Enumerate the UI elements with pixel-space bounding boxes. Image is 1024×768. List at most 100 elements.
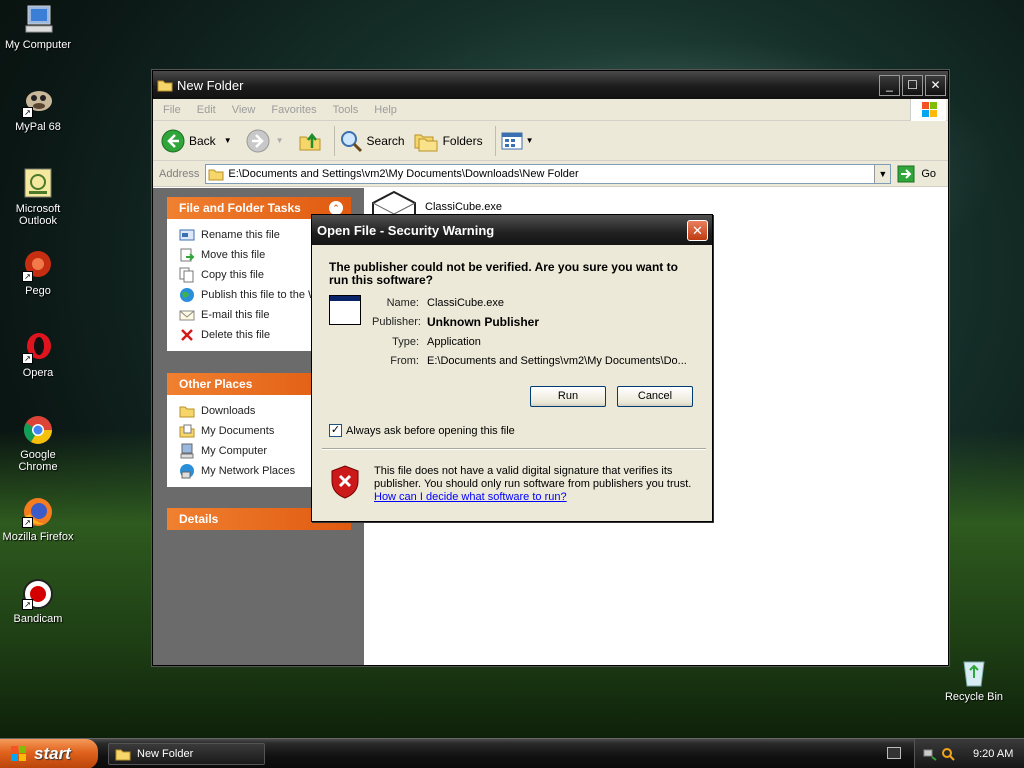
go-label: Go bbox=[921, 167, 937, 180]
dialog-divider bbox=[322, 448, 706, 450]
publisher-value: Unknown Publisher bbox=[427, 315, 540, 330]
shortcut-arrow-icon: ↗ bbox=[22, 599, 33, 610]
up-folder-button[interactable] bbox=[298, 129, 322, 153]
views-dropdown-icon: ▼ bbox=[525, 136, 534, 145]
type-label: Type: bbox=[392, 335, 419, 348]
shortcut-arrow-icon: ↗ bbox=[22, 271, 33, 282]
folder-icon bbox=[115, 749, 131, 761]
opera-icon: ↗ bbox=[22, 332, 54, 364]
application-icon bbox=[329, 295, 361, 325]
documents-folder-icon bbox=[179, 424, 195, 438]
dialog-question: The publisher could not be verified. Are… bbox=[329, 260, 678, 287]
search-tray-icon[interactable] bbox=[941, 747, 955, 761]
task-label: Rename this file bbox=[201, 229, 280, 241]
desktop-icon-label: Bandicam bbox=[13, 613, 63, 625]
always-ask-option[interactable]: ✓ Always ask before opening this file bbox=[329, 424, 515, 437]
clock[interactable]: 9:20 AM bbox=[973, 748, 1013, 760]
folder-icon bbox=[157, 80, 173, 92]
back-label: Back bbox=[189, 133, 216, 148]
folder-icon bbox=[208, 169, 224, 180]
desktop-icon-recycle-bin[interactable]: Recycle Bin bbox=[938, 656, 1010, 703]
back-arrow-icon bbox=[161, 129, 185, 152]
folders-button[interactable]: Folders bbox=[413, 129, 483, 153]
menu-view[interactable]: View bbox=[232, 104, 256, 116]
windows-logo-icon bbox=[11, 746, 26, 761]
cancel-button[interactable]: Cancel bbox=[617, 386, 693, 407]
security-warning-dialog[interactable]: Open File - Security Warning ✕ The publi… bbox=[311, 214, 713, 522]
taskbar-item-label: New Folder bbox=[137, 748, 194, 760]
dialog-titlebar[interactable]: Open File - Security Warning ✕ bbox=[312, 215, 712, 245]
windows-logo-icon bbox=[910, 99, 946, 121]
toolbar-separator bbox=[333, 125, 335, 156]
folder-icon bbox=[179, 406, 195, 418]
maximize-button[interactable]: ☐ bbox=[902, 74, 923, 96]
shortcut-arrow-icon: ↗ bbox=[22, 353, 33, 364]
toolbar-separator bbox=[494, 125, 496, 156]
desktop-icon-chrome[interactable]: Google Chrome bbox=[0, 414, 76, 473]
desktop-icon-firefox[interactable]: ↗ Mozilla Firefox bbox=[0, 496, 76, 543]
menu-tools[interactable]: Tools bbox=[333, 104, 359, 116]
desktop-icon-outlook[interactable]: Microsoft Outlook bbox=[0, 168, 76, 227]
explorer-titlebar[interactable]: New Folder _ ☐ ✕ bbox=[153, 71, 948, 99]
warning-message: This file does not have a valid digital … bbox=[374, 465, 692, 490]
menu-help[interactable]: Help bbox=[374, 104, 397, 116]
window-title: New Folder bbox=[177, 77, 244, 93]
menu-favorites[interactable]: Favorites bbox=[271, 104, 316, 116]
file-tasks-title: File and Folder Tasks bbox=[179, 201, 301, 215]
back-dropdown-icon[interactable]: ▼ bbox=[224, 136, 232, 145]
address-bar: Address E:\Documents and Settings\vm2\My… bbox=[153, 161, 948, 187]
desktop-icon-label: Recycle Bin bbox=[944, 691, 1004, 703]
network-tray-icon[interactable] bbox=[923, 747, 937, 761]
desktop-icon-bandicam[interactable]: ↗ Bandicam bbox=[0, 578, 76, 625]
back-button[interactable]: Back ▼ bbox=[161, 129, 232, 153]
always-ask-checkbox[interactable]: ✓ bbox=[329, 424, 342, 437]
dialog-close-button[interactable]: ✕ bbox=[687, 220, 708, 241]
desktop-icon-my-computer[interactable]: My Computer bbox=[0, 4, 76, 51]
from-value: E:\Documents and Settings\vm2\My Documen… bbox=[427, 355, 687, 368]
chrome-icon bbox=[22, 414, 54, 446]
collapse-icon[interactable]: ⌃ bbox=[329, 201, 343, 215]
file-name: ClassiCube.exe bbox=[425, 201, 503, 213]
address-input[interactable]: E:\Documents and Settings\vm2\My Documen… bbox=[205, 163, 892, 184]
search-button[interactable]: Search bbox=[339, 129, 405, 153]
dialog-title: Open File - Security Warning bbox=[317, 222, 495, 238]
desktop-icon-mypal[interactable]: ↗ MyPal 68 bbox=[0, 86, 76, 133]
taskbar: start New Folder 9:20 AM bbox=[0, 738, 1024, 768]
go-button[interactable]: Go bbox=[897, 165, 936, 183]
address-label: Address bbox=[159, 167, 200, 180]
close-button[interactable]: ✕ bbox=[925, 74, 946, 96]
place-label: My Network Places bbox=[201, 465, 296, 477]
start-button[interactable]: start bbox=[0, 739, 98, 768]
views-button[interactable]: ▼ bbox=[500, 131, 534, 151]
desktop-icon-pego[interactable]: ↗ Pego bbox=[0, 250, 76, 297]
up-folder-icon bbox=[299, 132, 321, 150]
desktop-icon-label: Opera bbox=[22, 367, 54, 379]
outlook-icon bbox=[22, 168, 54, 200]
delete-x-icon bbox=[181, 329, 193, 341]
taskbar-item-new-folder[interactable]: New Folder bbox=[108, 743, 265, 765]
help-link[interactable]: How can I decide what software to run? bbox=[374, 491, 567, 503]
desktop-icon-opera[interactable]: ↗ Opera bbox=[0, 332, 76, 379]
menu-edit[interactable]: Edit bbox=[197, 104, 216, 116]
folders-icon bbox=[414, 134, 438, 151]
minimize-button[interactable]: _ bbox=[879, 74, 900, 96]
desktop-icon-label: Pego bbox=[25, 285, 51, 297]
run-button[interactable]: Run bbox=[530, 386, 606, 407]
forward-button[interactable]: ▼ bbox=[246, 129, 284, 153]
network-icon bbox=[180, 464, 194, 479]
other-places-title: Other Places bbox=[179, 377, 253, 391]
place-label: Downloads bbox=[201, 405, 256, 417]
name-value: ClassiCube.exe bbox=[427, 296, 505, 309]
forward-arrow-icon bbox=[246, 129, 270, 152]
shortcut-arrow-icon: ↗ bbox=[22, 107, 33, 118]
mypal-icon: ↗ bbox=[22, 86, 54, 118]
keyboard-icon[interactable] bbox=[887, 747, 901, 759]
task-label: Move this file bbox=[201, 249, 266, 261]
address-dropdown-icon[interactable]: ▼ bbox=[874, 164, 891, 183]
recycle-bin-icon bbox=[958, 656, 990, 688]
menu-file[interactable]: File bbox=[163, 104, 181, 116]
pego-icon: ↗ bbox=[22, 250, 54, 282]
copy-icon bbox=[179, 267, 194, 283]
folders-label: Folders bbox=[442, 133, 483, 148]
rename-icon bbox=[179, 229, 195, 241]
